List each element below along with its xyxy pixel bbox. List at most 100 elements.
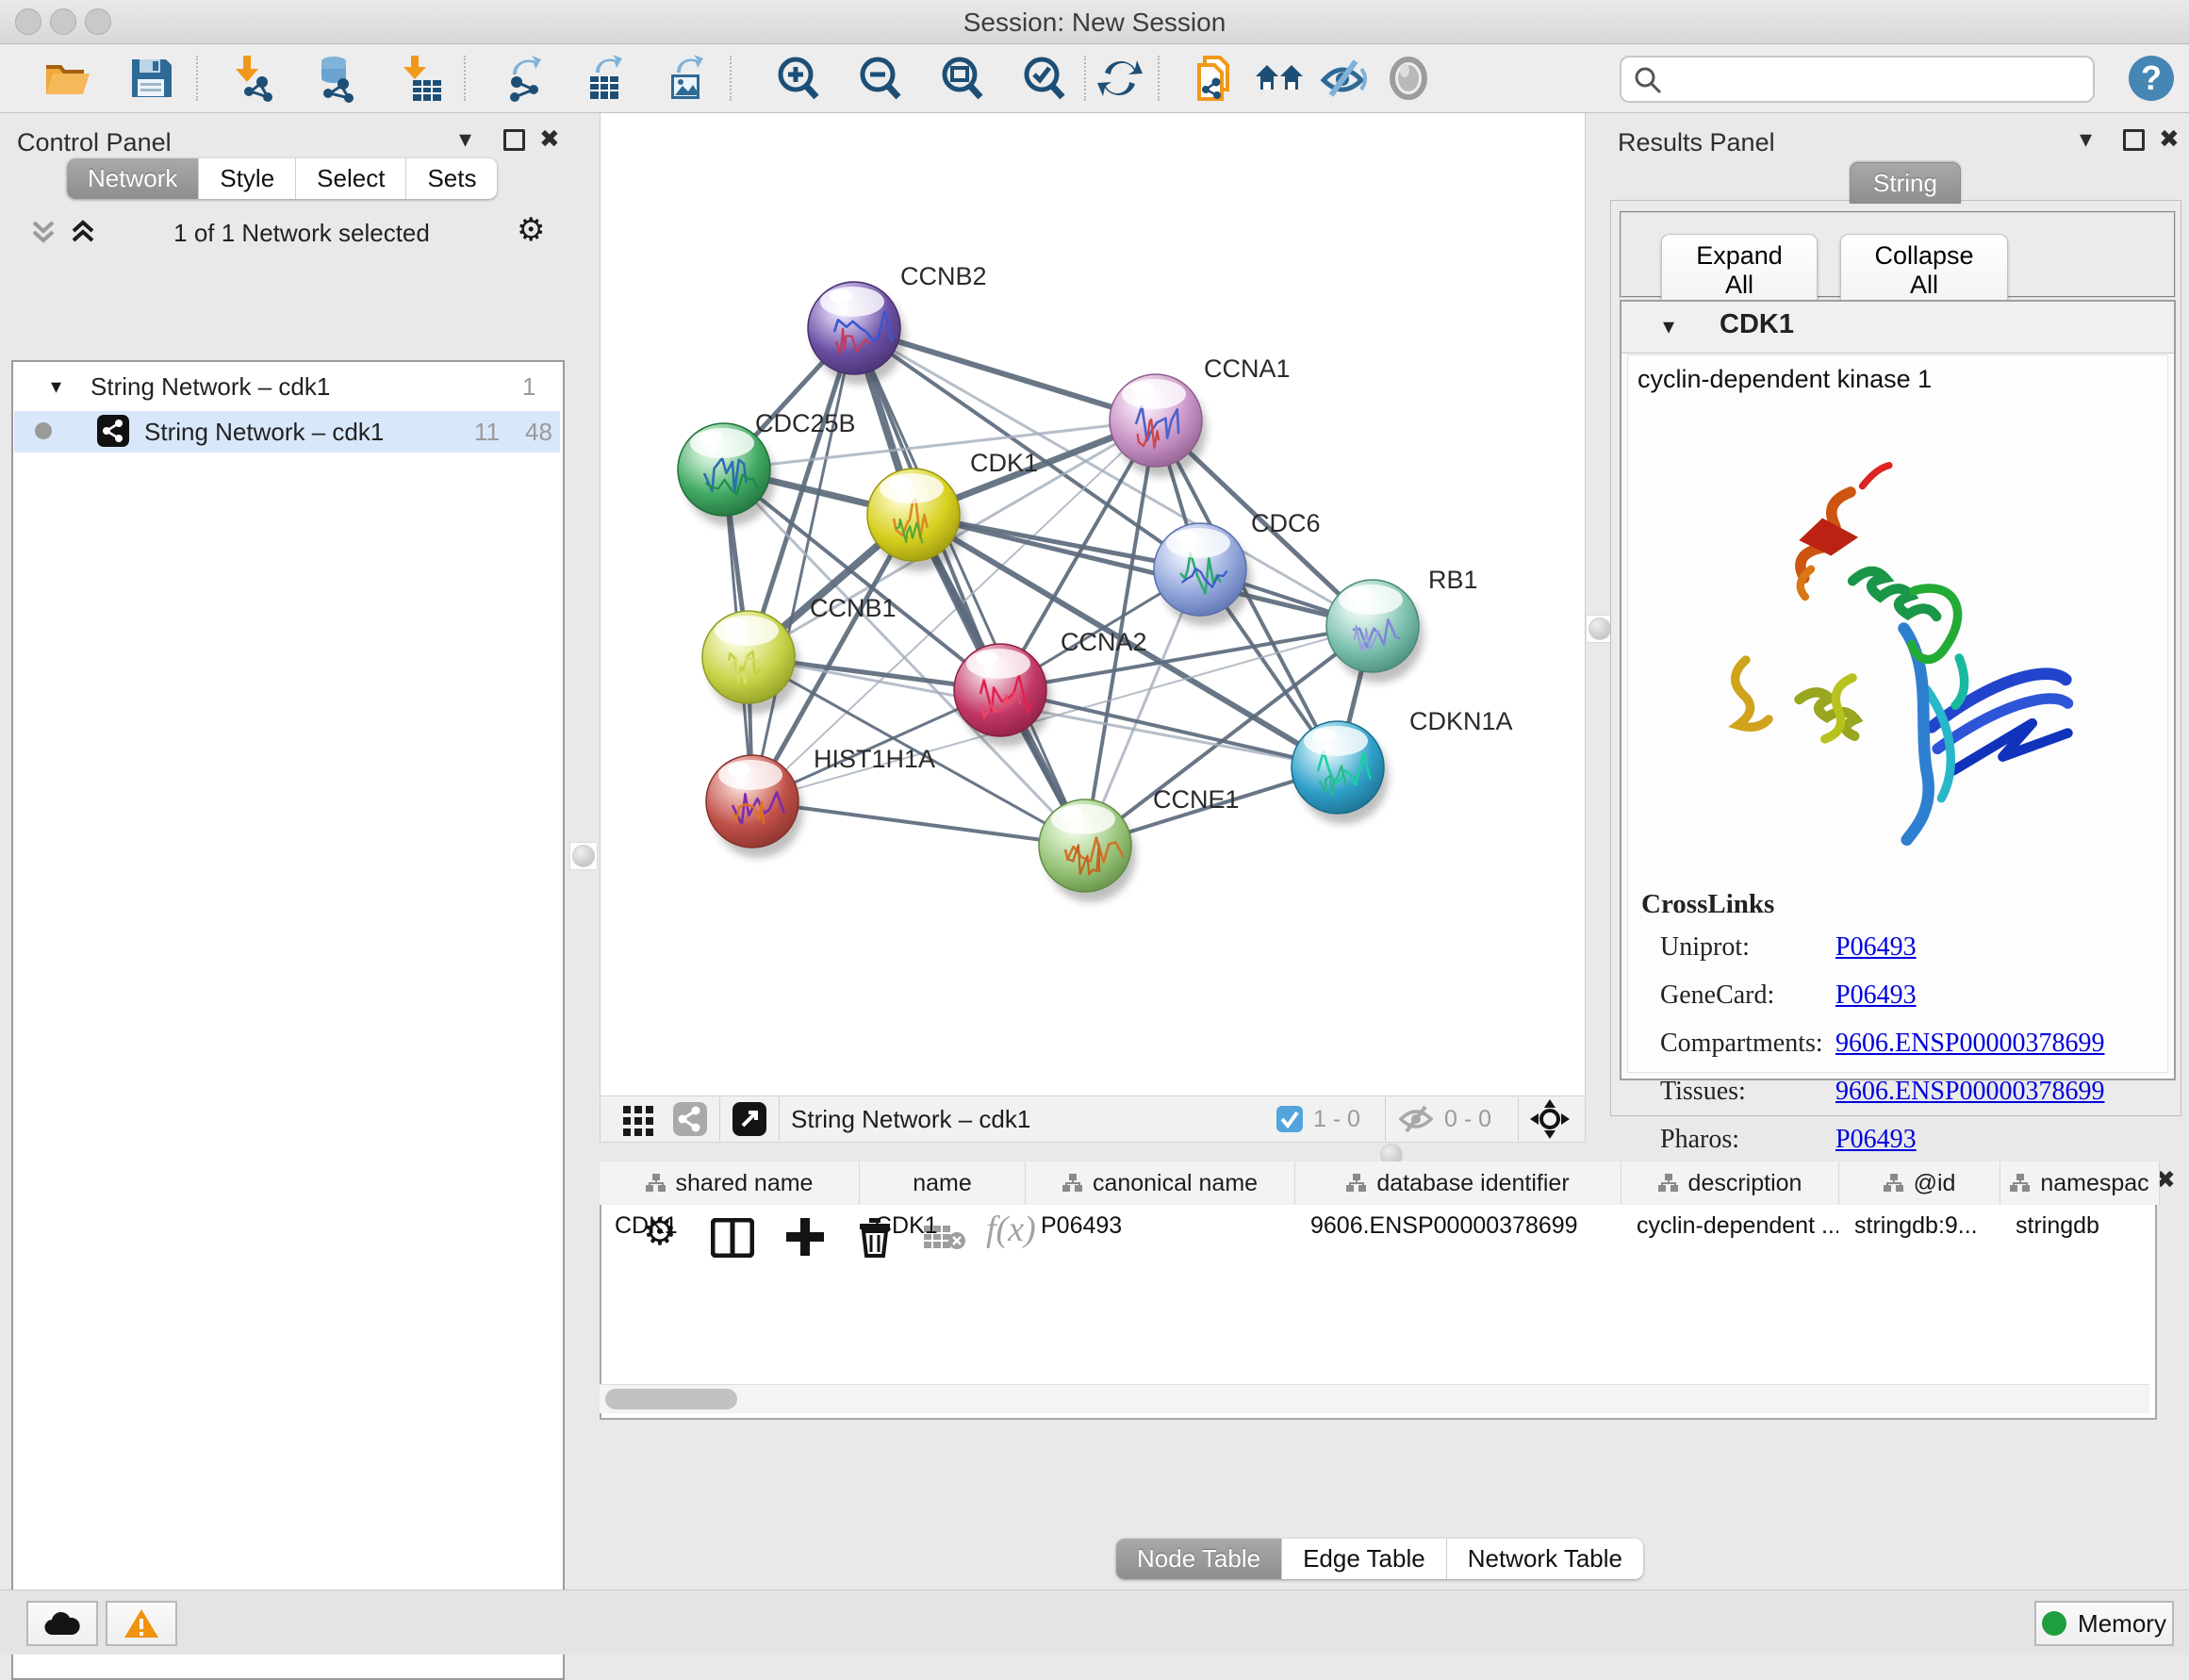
node-HIST1H1A[interactable] [706,755,803,858]
table-cell[interactable]: stringdb:9... [1839,1206,2000,1245]
tree-expander-icon[interactable]: ▾ [51,374,61,399]
show-all-panels-icon[interactable] [1254,52,1307,105]
panel-splitter[interactable] [569,842,598,870]
table-cell[interactable]: stringdb [2000,1206,2157,1245]
splitter-handle[interactable] [572,845,595,867]
network-tree-row[interactable]: String Network – cdk1 11 48 [14,411,560,453]
disabled-orb-icon [1382,52,1435,105]
node-CDC25B[interactable] [678,423,775,526]
refresh-icon[interactable] [1094,52,1146,105]
section-expander-icon[interactable]: ▾ [1663,313,1674,340]
column-header-5[interactable]: @id [1839,1161,2000,1205]
table-cell[interactable]: CDK1 [860,1206,1025,1245]
save-session-icon[interactable] [124,52,177,105]
search-input[interactable] [1671,61,2080,95]
tab-string[interactable]: String [1850,162,1961,204]
open-in-new-window-icon[interactable] [732,1101,767,1137]
import-network-database-icon[interactable] [309,52,362,105]
collapse-all-icon[interactable] [26,217,60,247]
panel-close-icon[interactable]: ✖ [2159,126,2180,151]
window-title: Session: New Session [0,8,2189,38]
open-session-icon[interactable] [41,52,94,105]
crosslink-value[interactable]: 9606.ENSP00000378699 [1835,1077,2104,1107]
tab-network-table[interactable]: Network Table [1447,1539,1643,1579]
table-h-scrollbar[interactable] [600,1384,2149,1413]
panel-menu-icon[interactable]: ▾ [2080,126,2092,151]
crosslink-label: Uniprot: [1660,932,1835,963]
tab-sets[interactable]: Sets [406,158,497,199]
table-cell[interactable]: CDK1 [600,1206,859,1245]
zoom-in-icon[interactable] [771,52,824,105]
node-CCNB2[interactable] [808,282,905,385]
column-header-0[interactable]: shared name [600,1161,860,1205]
column-label: namespac [2040,1170,2148,1197]
help-icon[interactable]: ? [2125,52,2178,105]
collection-count: 1 [522,372,535,402]
panel-menu-icon[interactable]: ▾ [459,126,471,151]
node-CDKN1A[interactable] [1292,721,1389,824]
hide-selected-icon[interactable] [1318,52,1371,105]
tab-network[interactable]: Network [67,158,199,199]
gene-section-header[interactable]: ▾ CDK1 [1621,302,2174,354]
node-label-RB1: RB1 [1428,566,1478,594]
tab-node-table[interactable]: Node Table [1116,1539,1282,1579]
table-cell[interactable]: P06493 [1026,1206,1294,1245]
birdseye-grid-icon[interactable] [621,1102,655,1136]
search-box[interactable] [1620,56,2095,103]
scrollbar-thumb[interactable] [605,1389,737,1409]
clone-network-icon[interactable] [1190,52,1243,105]
node-CDK1[interactable] [867,469,964,571]
network-collection-label: String Network – cdk1 [91,372,330,402]
panel-float-icon[interactable] [503,129,525,151]
zoom-selected-icon[interactable] [1017,52,1070,105]
expand-all-button[interactable]: Expand All [1661,234,1818,307]
hidden-eye-icon[interactable] [1397,1103,1435,1135]
node-CCNA2[interactable] [954,644,1051,747]
column-header-3[interactable]: database identifier [1295,1161,1621,1205]
fit-selected-crosshair-icon[interactable] [1530,1099,1570,1139]
network-tree-root-row[interactable]: ▾ String Network – cdk1 1 [13,370,563,407]
column-header-6[interactable]: namespac [2000,1161,2157,1205]
network-canvas[interactable]: CCNB2CCNA1CDC25BCDK1CDC6RB1CCNB1CCNA2CDK… [600,113,1586,1095]
zoom-out-icon[interactable] [853,52,906,105]
tab-select[interactable]: Select [296,158,406,199]
node-RB1[interactable] [1326,580,1424,683]
crosslink-value[interactable]: P06493 [1835,980,1917,1011]
column-header-4[interactable]: description [1621,1161,1839,1205]
crosslink-label: Tissues: [1660,1077,1835,1107]
crosslink-value[interactable]: 9606.ENSP00000378699 [1835,1029,2104,1059]
crosslink-value[interactable]: P06493 [1835,1125,1917,1155]
collapse-all-button[interactable]: Collapse All [1840,234,2008,307]
crosslinks-list: Uniprot:P06493GeneCard:P06493Compartment… [1660,932,2160,1173]
zoom-fit-icon[interactable] [935,52,988,105]
column-header-2[interactable]: canonical name [1026,1161,1295,1205]
expand-all-icon[interactable] [66,217,100,247]
node-CCNA1[interactable] [1110,374,1207,477]
export-network-icon[interactable] [498,52,551,105]
export-image-icon[interactable] [660,52,713,105]
edge-CCNB2-HIST1H1A[interactable] [752,328,854,801]
import-network-file-icon[interactable] [228,52,281,105]
table-cell[interactable]: 9606.ENSP00000378699 [1295,1206,1621,1245]
node-table[interactable]: shared namenamecanonical namedatabase id… [600,1161,2157,1420]
panel-float-icon[interactable] [2123,129,2145,151]
selected-checkbox-icon[interactable] [1276,1105,1304,1133]
import-table-icon[interactable] [396,52,449,105]
cloud-button[interactable] [26,1601,98,1646]
crosslink-value[interactable]: P06493 [1835,932,1917,963]
memory-button[interactable]: Memory [2034,1601,2174,1646]
node-CDC6[interactable] [1154,523,1251,626]
table-cell[interactable]: cyclin-dependent ... [1621,1206,1838,1245]
node-CCNE1[interactable] [1039,799,1136,902]
protein-structure-image [1694,431,2090,846]
node-label-CCNB2: CCNB2 [900,262,987,290]
export-table-icon[interactable] [579,52,632,105]
column-header-1[interactable]: name [860,1161,1026,1205]
tab-style[interactable]: Style [199,158,296,199]
gear-icon[interactable]: ⚙ [517,211,545,249]
panel-close-icon[interactable]: ✖ [539,126,560,151]
tab-edge-table[interactable]: Edge Table [1282,1539,1447,1579]
network-selection-status: 1 of 1 Network selected [123,219,481,248]
warning-button[interactable] [106,1601,177,1646]
network-share-icon[interactable] [672,1101,708,1137]
